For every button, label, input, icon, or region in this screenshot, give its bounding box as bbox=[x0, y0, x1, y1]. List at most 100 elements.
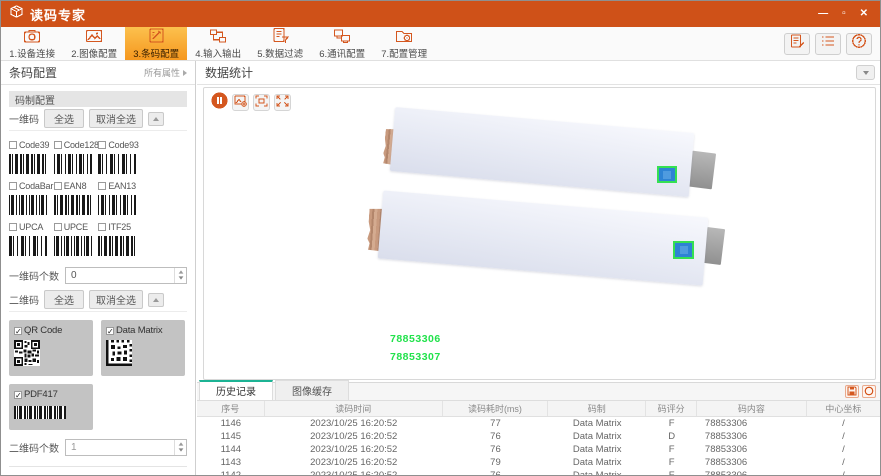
checkbox[interactable] bbox=[9, 141, 17, 149]
close-button[interactable]: ✕ bbox=[860, 9, 868, 19]
barcode-type-data-matrix[interactable]: Data Matrix bbox=[101, 320, 185, 376]
barcode-type-label-row: Code93 bbox=[98, 139, 143, 151]
cell: 1144 bbox=[197, 444, 265, 455]
barcode-type-label-row: UPCE bbox=[54, 221, 99, 233]
clear-button[interactable] bbox=[862, 385, 876, 398]
one-d-deselect-all-button[interactable]: 取消全选 bbox=[89, 109, 143, 128]
expand-icon bbox=[276, 94, 289, 112]
save-button[interactable] bbox=[845, 385, 859, 398]
checkbox[interactable] bbox=[98, 182, 106, 190]
one-d-count-stepper[interactable] bbox=[174, 268, 186, 283]
table-row[interactable]: 11442023/10/25 16:20:5276Data MatrixF788… bbox=[197, 443, 880, 456]
stepper-down-icon bbox=[178, 449, 183, 452]
column-header-4[interactable]: 码评分 bbox=[646, 401, 697, 416]
barcode-panel-header: 条码配置 所有属性 bbox=[1, 61, 195, 85]
cell: Data Matrix bbox=[548, 470, 646, 476]
checkbox[interactable] bbox=[98, 141, 106, 149]
column-header-5[interactable]: 码内容 bbox=[697, 401, 807, 416]
one-d-select-all-button[interactable]: 全选 bbox=[44, 109, 84, 128]
barcode-type-label-row: Data Matrix bbox=[106, 324, 180, 337]
table-row[interactable]: 11422023/10/25 16:20:5276Data MatrixF788… bbox=[197, 469, 880, 476]
column-header-1[interactable]: 读码时间 bbox=[265, 401, 443, 416]
tab-2-[interactable]: 2.图像配置 bbox=[63, 27, 125, 60]
checkbox[interactable] bbox=[9, 182, 17, 190]
two-d-count-label: 二维码个数 bbox=[9, 440, 59, 455]
io-icon bbox=[209, 28, 227, 44]
tab-1-[interactable]: 1.设备连接 bbox=[1, 27, 63, 60]
table-row[interactable]: 11462023/10/25 16:20:5277Data MatrixF788… bbox=[197, 417, 880, 430]
cell: / bbox=[807, 457, 880, 468]
chevron-down-icon bbox=[863, 71, 869, 75]
history-icon-buttons bbox=[845, 385, 876, 398]
barcode-type-qr-code[interactable]: QR Code bbox=[9, 320, 93, 376]
config-manage-icon bbox=[395, 28, 413, 44]
table-row[interactable]: 11432023/10/25 16:20:5279Data MatrixF788… bbox=[197, 456, 880, 469]
history-table-body: 11462023/10/25 16:20:5277Data MatrixF788… bbox=[197, 417, 880, 476]
barcode-type-code93[interactable]: Code93 bbox=[98, 139, 143, 174]
two-d-deselect-all-button[interactable]: 取消全选 bbox=[89, 290, 143, 309]
barcode-type-name: CodaBar bbox=[19, 181, 53, 191]
tab-label: 2.图像配置 bbox=[71, 45, 117, 59]
barcode-type-itf25[interactable]: ITF25 bbox=[98, 221, 143, 256]
barcode-type-ean13[interactable]: EAN13 bbox=[98, 180, 143, 215]
checkbox[interactable] bbox=[54, 223, 62, 231]
tab-3-[interactable]: 3.条码配置 bbox=[125, 27, 187, 60]
barcode-type-pdf417[interactable]: PDF417 bbox=[9, 384, 93, 430]
help-button[interactable] bbox=[846, 33, 872, 55]
column-header-6[interactable]: 中心坐标 bbox=[807, 401, 880, 416]
stats-dropdown-button[interactable] bbox=[856, 65, 875, 80]
column-header-0[interactable]: 序号 bbox=[197, 401, 265, 416]
history-tab--[interactable]: 历史记录 bbox=[199, 380, 273, 400]
barcode-type-name: QR Code bbox=[24, 325, 62, 336]
barcode-type-ean8[interactable]: EAN8 bbox=[54, 180, 99, 215]
cell: F bbox=[646, 457, 697, 468]
column-header-2[interactable]: 读码耗时(ms) bbox=[443, 401, 548, 416]
checkbox[interactable] bbox=[54, 141, 62, 149]
image-save-button[interactable] bbox=[232, 94, 249, 111]
barcode-type-upce[interactable]: UPCE bbox=[54, 221, 99, 256]
checkbox[interactable] bbox=[54, 182, 62, 190]
all-properties-link[interactable]: 所有属性 bbox=[144, 66, 187, 79]
fit-view-button[interactable] bbox=[253, 94, 270, 111]
two-d-select-all-button[interactable]: 全选 bbox=[44, 290, 84, 309]
barcode-sample-image bbox=[9, 236, 47, 256]
tab-label: 1.设备连接 bbox=[9, 45, 55, 59]
minimize-button[interactable]: — bbox=[818, 9, 828, 19]
checkbox[interactable] bbox=[106, 327, 114, 335]
barcode-type-upca[interactable]: UPCA bbox=[9, 221, 54, 256]
tab-6-[interactable]: 6.通讯配置 bbox=[311, 27, 373, 60]
checkbox[interactable] bbox=[9, 223, 17, 231]
two-d-collapse-button[interactable] bbox=[148, 293, 164, 307]
barcode-type-label-row: EAN13 bbox=[98, 180, 143, 192]
two-d-count-row: 二维码个数 1 bbox=[9, 434, 187, 460]
pdf417-sample-image bbox=[14, 406, 66, 419]
pause-button[interactable] bbox=[211, 94, 228, 111]
tab-4-[interactable]: 4.输入输出 bbox=[187, 27, 249, 60]
barcode-sample-image bbox=[98, 195, 136, 215]
two-d-count-stepper[interactable] bbox=[174, 440, 186, 455]
barcode-type-codabar[interactable]: CodaBar bbox=[9, 180, 54, 215]
column-header-3[interactable]: 码制 bbox=[548, 401, 646, 416]
barcode-type-code39[interactable]: Code39 bbox=[9, 139, 54, 174]
maximize-button[interactable]: ▫ bbox=[842, 9, 846, 19]
list-button[interactable] bbox=[815, 33, 841, 55]
checkbox[interactable] bbox=[98, 223, 106, 231]
one-d-count-row: 一维码个数 0 bbox=[9, 262, 187, 288]
tab-7-[interactable]: 7.配置管理 bbox=[373, 27, 435, 60]
checkbox[interactable] bbox=[14, 391, 22, 399]
history-tab--[interactable]: 图像缓存 bbox=[275, 380, 349, 400]
help-icon bbox=[851, 33, 867, 54]
image-viewer[interactable]: 78853306 78853307 bbox=[203, 87, 876, 380]
cell: 77 bbox=[443, 418, 548, 429]
two-d-count-input[interactable]: 1 bbox=[65, 439, 187, 456]
report-button[interactable] bbox=[784, 33, 810, 55]
table-row[interactable]: 11452023/10/25 16:20:5276Data MatrixD788… bbox=[197, 430, 880, 443]
tab-5-[interactable]: 5.数据过滤 bbox=[249, 27, 311, 60]
barcode-type-code128[interactable]: Code128 bbox=[54, 139, 99, 174]
one-d-count-input[interactable]: 0 bbox=[65, 267, 187, 284]
collapse-up-icon bbox=[153, 117, 159, 121]
checkbox[interactable] bbox=[14, 327, 22, 335]
cell: / bbox=[807, 418, 880, 429]
one-d-collapse-button[interactable] bbox=[148, 112, 164, 126]
fullscreen-button[interactable] bbox=[274, 94, 291, 111]
